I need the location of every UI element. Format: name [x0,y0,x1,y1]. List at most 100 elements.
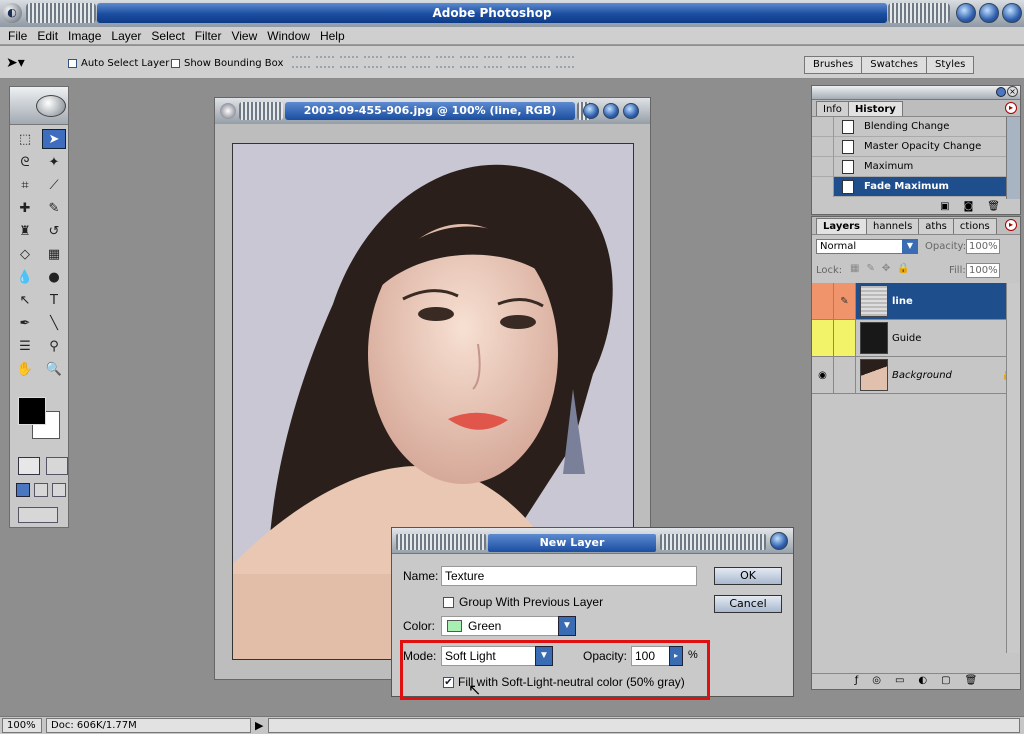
document-minimize-button[interactable] [583,103,599,119]
cancel-button[interactable]: Cancel [714,595,782,613]
zoom-tool-icon[interactable]: 🔍 [42,359,66,379]
marquee-tool-icon[interactable]: ⬚ [13,129,37,149]
full-screen-menu-icon[interactable] [34,483,48,497]
history-snapshot-slot[interactable] [812,117,834,137]
align-top-icon[interactable] [292,56,310,68]
history-item-selected[interactable]: Fade Maximum [812,176,1020,197]
new-snapshot-icon[interactable]: ◙ [964,201,974,212]
tab-brushes[interactable]: Brushes [804,56,863,74]
history-snapshot-slot[interactable] [812,136,834,157]
distribute-vcenter-icon[interactable] [460,56,478,68]
history-menu-icon[interactable]: ▸ [1005,102,1017,114]
hand-tool-icon[interactable]: ✋ [13,359,37,379]
chevron-down-icon[interactable]: ▼ [558,616,576,636]
tab-channels[interactable]: hannels [866,218,920,234]
tab-layers[interactable]: Layers [816,218,867,234]
menu-filter[interactable]: Filter [190,27,227,44]
lock-transparency-icon[interactable]: ▦ [850,263,859,274]
brush-tool-icon[interactable]: ✎ [42,198,66,218]
lasso-tool-icon[interactable]: ᘓ [13,152,37,172]
panel-close-icon[interactable]: × [1007,86,1018,97]
distribute-right-icon[interactable] [556,56,574,68]
standard-mode-icon[interactable] [18,457,40,475]
healing-brush-tool-icon[interactable]: ✚ [13,198,37,218]
chevron-down-icon[interactable]: ▼ [902,239,918,254]
move-tool-preset-icon[interactable]: ➤▾ [6,55,25,71]
distribute-bottom-icon[interactable] [484,56,502,68]
close-button[interactable] [1002,3,1022,23]
lock-image-icon[interactable]: ✎ [866,263,874,274]
align-hcenter-icon[interactable] [388,56,406,68]
layer-color-select[interactable]: Green ▼ [441,616,576,636]
align-vcenter-icon[interactable] [316,56,334,68]
history-snapshot-slot[interactable] [812,156,834,177]
distribute-hcenter-icon[interactable] [532,56,550,68]
new-layer-icon[interactable]: ▢ [941,674,950,689]
dialog-close-button[interactable] [770,532,788,550]
layer-opacity-input[interactable]: 100% [966,239,1000,254]
eyedropper-tool-icon[interactable]: ⚲ [42,336,66,356]
distribute-top-icon[interactable] [436,56,454,68]
auto-select-layer-option[interactable]: Auto Select Layer [68,58,169,69]
maximize-button[interactable] [979,3,999,23]
menu-select[interactable]: Select [146,27,189,44]
quick-mask-mode-icon[interactable] [46,457,68,475]
lock-position-icon[interactable]: ✥ [882,263,890,274]
document-titlebar[interactable]: 2003-09-455-906.jpg @ 100% (line, RGB) [215,98,650,124]
tab-history[interactable]: History [847,101,903,116]
layer-link-toggle[interactable] [834,357,856,393]
eraser-tool-icon[interactable]: ◇ [13,244,37,264]
path-selection-tool-icon[interactable]: ↖ [13,290,37,310]
crop-tool-icon[interactable]: ⌗ [13,175,37,195]
history-item[interactable]: Master Opacity Change [812,136,1020,157]
move-tool-icon[interactable]: ➤ [42,129,66,149]
layer-visibility-toggle[interactable] [812,283,834,319]
layer-row-line[interactable]: ✎ line [812,283,1020,320]
app-logo-icon[interactable]: ◐ [2,3,22,23]
fill-input[interactable]: 100% [966,263,1000,278]
tab-info[interactable]: Info [816,101,849,116]
new-layer-set-icon[interactable]: ▭ [895,674,904,689]
pen-tool-icon[interactable]: ✒ [13,313,37,333]
tab-swatches[interactable]: Swatches [861,56,928,74]
align-right-icon[interactable] [412,56,430,68]
align-bottom-icon[interactable] [340,56,358,68]
notes-tool-icon[interactable]: ☰ [13,336,37,356]
clone-stamp-tool-icon[interactable]: ♜ [13,221,37,241]
panel-minimize-icon[interactable] [996,87,1006,97]
brush-icon[interactable]: ✎ [834,283,856,319]
layer-name-input[interactable]: Texture [441,566,697,586]
auto-select-layer-checkbox[interactable] [68,59,77,68]
show-bounding-box-checkbox[interactable] [171,59,180,68]
delete-state-icon[interactable]: 🗑 [987,201,1000,212]
new-document-from-state-icon[interactable]: ▣ [940,201,949,212]
gradient-tool-icon[interactable]: ▦ [42,244,66,264]
history-brush-tool-icon[interactable]: ↺ [42,221,66,241]
history-scrollbar[interactable] [1006,117,1020,199]
tab-styles[interactable]: Styles [926,56,975,74]
dialog-titlebar[interactable]: New Layer [392,528,793,554]
eye-icon[interactable]: ◉ [812,357,834,393]
distribute-left-icon[interactable] [508,56,526,68]
zoom-field[interactable]: 100% [2,718,42,733]
lock-all-icon[interactable]: 🔒 [897,263,909,274]
line-tool-icon[interactable]: ╲ [42,313,66,333]
blur-tool-icon[interactable]: 💧 [13,267,37,287]
align-left-icon[interactable] [364,56,382,68]
document-close-button[interactable] [623,103,639,119]
layer-visibility-toggle[interactable] [812,320,834,356]
menu-file[interactable]: File [3,27,32,44]
document-maximize-button[interactable] [603,103,619,119]
ok-button[interactable]: OK [714,567,782,585]
menu-image[interactable]: Image [63,27,106,44]
blend-mode-select[interactable]: Normal ▼ [816,239,918,254]
history-snapshot-slot[interactable] [812,176,834,197]
tab-actions[interactable]: ctions [952,218,997,234]
history-item[interactable]: Maximum [812,156,1020,177]
slice-tool-icon[interactable]: ⟋ [42,175,66,195]
minimize-button[interactable] [956,3,976,23]
history-panel-header[interactable]: × [812,86,1020,100]
layer-style-icon[interactable]: ƒ [855,674,859,689]
toolbox-header[interactable] [10,87,68,125]
magic-wand-tool-icon[interactable]: ✦ [42,152,66,172]
